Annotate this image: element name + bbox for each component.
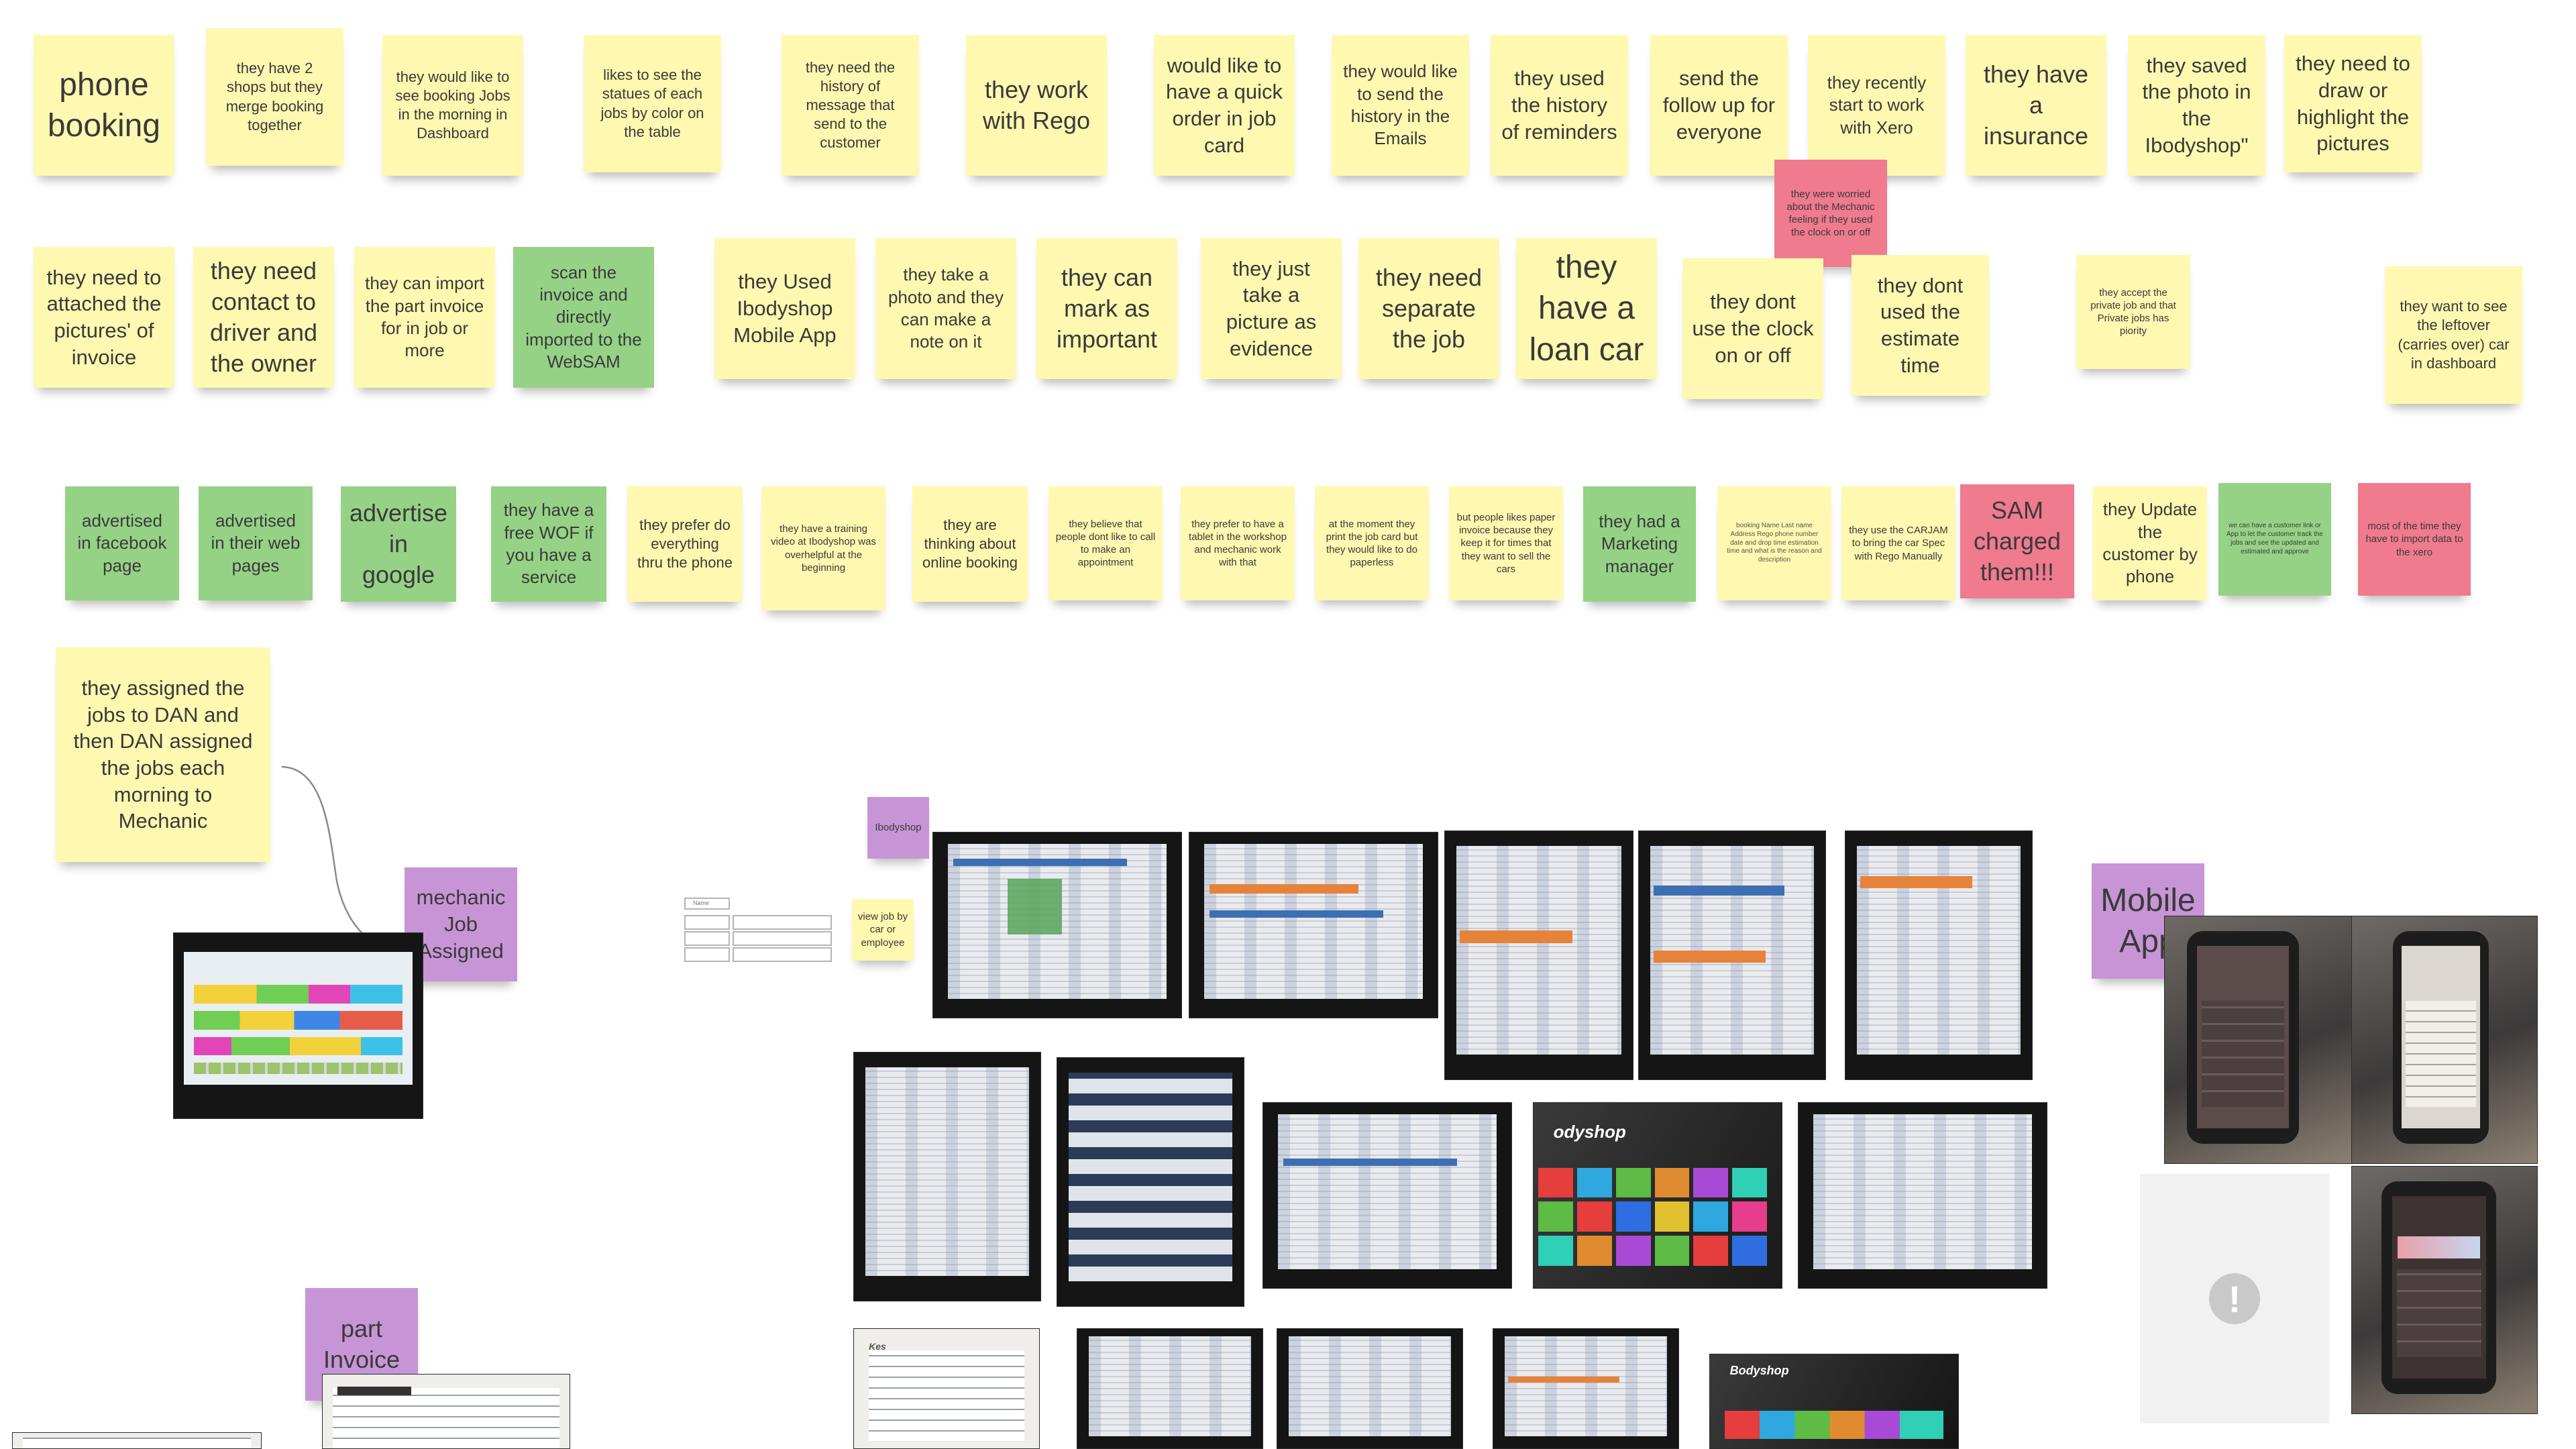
sticky-private-job[interactable]: they accept the private job and that Pri… (2076, 255, 2190, 369)
sticky-customer-link[interactable]: we can have a customer link or App to le… (2218, 483, 2331, 596)
wireframe-cell (684, 947, 730, 962)
sticky-two-shops[interactable]: they have 2 shops but they merge booking… (206, 28, 343, 166)
sticky-worried-mechanic[interactable]: they were worried about the Mechanic fee… (1774, 160, 1887, 267)
sticky-separate-job[interactable]: they need separate the job (1358, 238, 1499, 379)
sticky-status-color[interactable]: likes to see the statues of each jobs by… (584, 35, 721, 172)
sticky-online-booking[interactable]: they are thinking about online booking (912, 486, 1028, 602)
sticky-saved-photo[interactable]: they saved the photo in the Ibodyshop" (2128, 35, 2265, 176)
sticky-scan-invoice[interactable]: scan the invoice and directly imported t… (513, 247, 654, 388)
photo-paper-cut[interactable] (12, 1432, 262, 1449)
sticky-attach-pictures[interactable]: they need to attached the pictures' of i… (34, 247, 174, 388)
sticky-history-emails[interactable]: they would like to send the history in t… (1332, 35, 1469, 176)
sticky-import-part-invoice[interactable]: they can import the part invoice for in … (354, 247, 495, 388)
sticky-booking-morning[interactable]: they would like to see booking Jobs in t… (382, 35, 523, 176)
wireframe-cell (733, 947, 832, 962)
sticky-loan-car[interactable]: they have a loan car (1516, 238, 1657, 379)
sticky-phone-booking[interactable]: phone booking (34, 35, 174, 176)
photo-mobile-app-2[interactable] (2351, 916, 2538, 1164)
sticky-used-mobile-app[interactable]: they Used Ibodyshop Mobile App (714, 238, 855, 379)
photo-monitor-6[interactable] (853, 1052, 1041, 1301)
sticky-free-wof[interactable]: they have a free WOF if you have a servi… (491, 486, 606, 602)
sticky-contact-driver[interactable]: they need contact to driver and the owne… (193, 247, 334, 388)
sticky-draw-highlight[interactable]: they need to draw or highlight the pictu… (2284, 35, 2422, 172)
photo-monitor-3[interactable] (1444, 830, 1633, 1080)
sticky-google[interactable]: advertise in google (341, 486, 456, 602)
sticky-leftover[interactable]: they want to see the leftover (carries o… (2385, 266, 2522, 404)
sticky-booking-fields[interactable]: booking Name Last name Address Rego phon… (1717, 486, 1831, 600)
sticky-xero[interactable]: they recently start to work with Xero (1808, 35, 1945, 176)
photo-monitor-7[interactable] (1057, 1057, 1244, 1307)
image-placeholder-card[interactable]: ! (2140, 1174, 2329, 1424)
sticky-web-pages[interactable]: advertised in their web pages (199, 486, 313, 600)
overlay-brand-text: Bodyshop (1729, 1364, 1789, 1377)
photo-monitor-5[interactable] (1845, 830, 2033, 1080)
photo-monitor-11[interactable] (1277, 1328, 1463, 1449)
wireframe-cell (733, 931, 832, 946)
sticky-ibodyshop[interactable]: Ibodyshop (867, 797, 929, 859)
wireframe-name-label: Name (693, 900, 710, 906)
photo-ibodyshop-dashboard-2[interactable]: Bodyshop (1709, 1354, 1959, 1449)
sticky-training-video[interactable]: they have a training video at Ibodyshop … (761, 486, 885, 610)
photo-ibodyshop-dashboard[interactable]: odyshop (1533, 1102, 1782, 1289)
sticky-history-reminders[interactable]: they used the history of reminders (1491, 35, 1628, 176)
whiteboard-canvas[interactable]: phone booking they have 2 shops but they… (0, 0, 2576, 1449)
sticky-import-xero[interactable]: most of the time they have to import dat… (2358, 483, 2471, 596)
photo-monitor-9[interactable] (1798, 1102, 2047, 1289)
overlay-scan-text: Kes (869, 1340, 886, 1352)
sticky-insurance[interactable]: they have a insurance (1966, 35, 2106, 176)
sticky-picture-evidence[interactable]: they just take a picture as evidence (1201, 238, 1342, 379)
image-error-icon: ! (2209, 1273, 2260, 1324)
sticky-clock-on-off[interactable]: they dont use the clock on or off (1682, 258, 1823, 399)
sticky-view-job[interactable]: view job by car or employee (852, 899, 914, 961)
dashboard-tiles (1538, 1167, 1767, 1266)
photo-monitor-8[interactable] (1263, 1102, 1512, 1289)
wireframe-cell (684, 915, 730, 930)
photo-monitor-10[interactable] (1077, 1328, 1263, 1449)
photo-mobile-app-3[interactable] (2351, 1166, 2538, 1414)
sticky-print-job-card[interactable]: at the moment they print the job card bu… (1315, 486, 1429, 600)
overlay-brand-text: odyshop (1553, 1121, 1626, 1142)
sticky-call-appointment[interactable]: they believe that people dont like to ca… (1049, 486, 1163, 600)
sticky-mark-important[interactable]: they can mark as important (1036, 238, 1177, 379)
sticky-carjam[interactable]: they use the CARJAM to bring the car Spe… (1841, 486, 1955, 600)
sticky-photo-note[interactable]: they take a photo and they can make a no… (875, 238, 1016, 379)
photo-paper-scan[interactable]: Kes (853, 1328, 1040, 1449)
photo-part-invoice[interactable] (322, 1374, 570, 1449)
sticky-history-message[interactable]: they need the history of message that se… (782, 35, 919, 176)
sticky-paper-invoice[interactable]: but people likes paper invoice because t… (1449, 486, 1563, 600)
wireframe-cell (684, 931, 730, 946)
sticky-work-rego[interactable]: they work with Rego (966, 35, 1107, 176)
sticky-estimate-time[interactable]: they dont used the estimate time (1851, 255, 1989, 396)
photo-monitor-2[interactable] (1189, 832, 1438, 1018)
photo-job-assignment-sheet[interactable] (173, 932, 423, 1119)
photo-monitor-4[interactable] (1638, 830, 1826, 1080)
sticky-assigned-dan[interactable]: they assigned the jobs to DAN and then D… (56, 647, 270, 862)
photo-mobile-app-1[interactable] (2164, 916, 2352, 1164)
sticky-facebook[interactable]: advertised in facebook page (65, 486, 179, 600)
sticky-follow-up[interactable]: send the follow up for everyone (1650, 35, 1788, 176)
photo-monitor-1[interactable] (932, 832, 1182, 1018)
sticky-marketing-manager[interactable]: they had a Marketing manager (1583, 486, 1696, 602)
sticky-prefer-phone[interactable]: they prefer do everything thru the phone (627, 486, 743, 602)
sticky-quick-order[interactable]: would like to have a quick order in job … (1154, 35, 1295, 176)
photo-monitor-12[interactable] (1493, 1328, 1679, 1449)
sticky-tablet-workshop[interactable]: they prefer to have a tablet in the work… (1181, 486, 1295, 600)
sticky-update-customer[interactable]: they Update the customer by phone (2093, 486, 2207, 600)
wireframe-cell (733, 915, 832, 930)
sticky-sam-charged[interactable]: SAM charged them!!! (1960, 484, 2074, 598)
